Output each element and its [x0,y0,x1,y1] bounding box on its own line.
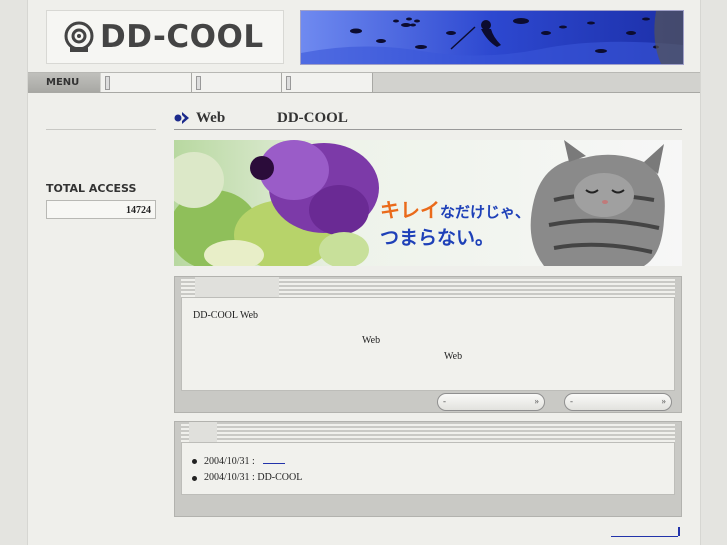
news-text: DD-COOL [257,472,303,483]
hero-tagline-rest: なだけじゃ、 [440,203,531,221]
total-access-counter: 14724 [46,200,156,219]
menu-label: MENU [28,73,100,92]
hero-tagline-line2: つまらない。 [380,227,495,249]
hero-tagline-highlight: キレイ [380,198,440,222]
button-left-dot: - [443,396,446,406]
intro-line-3: Web [444,351,463,362]
heading-site-name: DD-COOL [277,110,348,126]
intro-button-left[interactable]: - » [437,393,545,411]
logo-text: DD-COOL [100,19,264,55]
heading-web: Web [196,110,226,126]
button-right-dot: - [570,396,573,406]
intro-panel-tab [195,277,279,297]
intro-line-1: DD-COOL Web [193,310,259,321]
intro-panel-header [181,277,675,297]
page-top-link[interactable] [611,527,680,537]
hero-tagline: キレイなだけじゃ、 [380,194,530,223]
page-title: Web DD-COOL [174,108,682,130]
news-panel: 2004/10/31 : 2004/10/31 : DD-COOL [174,421,682,517]
menu-item-1[interactable] [101,73,192,92]
hero-banner: キレイなだけじゃ、 つまらない。 [174,140,682,266]
sidebar-divider [46,129,156,130]
button-right-chevron-icon: » [661,396,667,406]
menu-item-3[interactable] [282,73,373,92]
menu-item-2[interactable] [192,73,282,92]
news-panel-body: 2004/10/31 : 2004/10/31 : DD-COOL [181,442,675,495]
diving-helmet-icon [64,21,94,52]
list-item: 2004/10/31 : [192,453,302,470]
ocean-banner [300,10,684,65]
news-panel-tab [189,422,217,442]
page: DD-COOL MENU TOTAL ACCESS 14724 Web DD-C… [27,0,701,545]
news-panel-header [181,422,675,442]
news-link[interactable] [263,453,286,464]
intro-panel-body: DD-COOL Web Web Web [181,297,675,391]
news-date: 2004/10/31 : [204,456,255,467]
button-left-chevron-icon: » [534,396,540,406]
total-access-label: TOTAL ACCESS [46,182,137,195]
intro-line-2: Web [362,335,381,346]
list-item: 2004/10/31 : DD-COOL [192,470,302,486]
arrow-bullet-icon [174,112,189,124]
intro-button-right[interactable]: - » [564,393,672,411]
news-date: 2004/10/31 : [204,472,255,483]
site-logo[interactable]: DD-COOL [46,10,284,64]
news-list: 2004/10/31 : 2004/10/31 : DD-COOL [192,453,302,486]
menu-bar: MENU [28,72,700,93]
intro-panel: DD-COOL Web Web Web - » - » [174,276,682,413]
